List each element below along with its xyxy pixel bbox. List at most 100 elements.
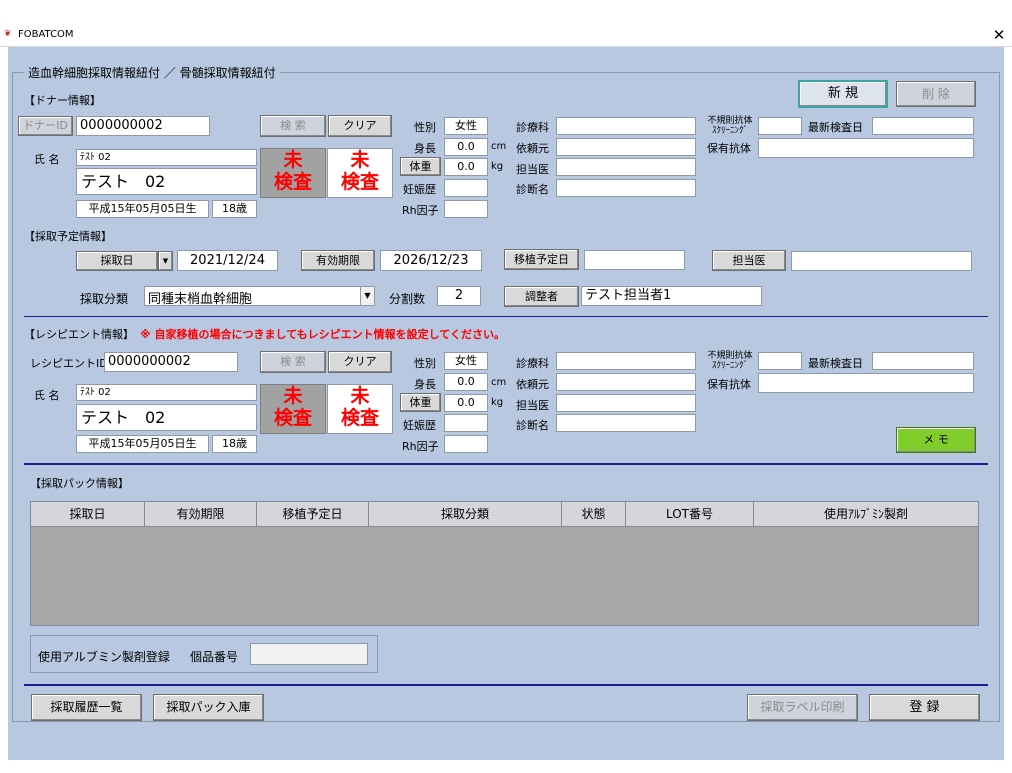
donor-irregular-field[interactable] [758,117,802,135]
donor-kana-field[interactable]: ﾃｽﾄ 02 [76,149,257,166]
recipient-sex-field[interactable]: 女性 [444,352,488,370]
donor-preg-label: 妊娠歴 [403,183,436,196]
adjuster-button[interactable]: 調整者 [504,286,579,307]
recipient-rh-field[interactable] [444,435,488,453]
expire-button[interactable]: 有効期限 [301,250,375,271]
history-button[interactable]: 採取履歴一覧 [31,694,142,721]
donor-preg-field[interactable] [444,179,488,197]
recipient-clear-button[interactable]: クリア [328,351,392,373]
recipient-irregular-field[interactable] [758,352,802,370]
donor-height-unit: cm [491,141,507,152]
pack-in-button[interactable]: 採取パック入庫 [153,694,264,721]
recipient-weight-unit: kg [491,397,504,408]
grid-header-transplant-date[interactable]: 移植予定日 [257,502,369,527]
new-button[interactable]: 新 規 [798,80,888,108]
memo-button[interactable]: メ モ [896,427,976,453]
donor-sex-label: 性別 [414,121,436,134]
recipient-height-unit: cm [491,377,507,388]
recipient-height-field[interactable]: 0.0 [444,373,488,391]
recipient-age: 18歳 [212,435,257,453]
grid-header-lot[interactable]: LOT番号 [626,502,754,527]
grid-header-status[interactable]: 状態 [562,502,626,527]
close-icon[interactable]: ✕ [990,26,1008,44]
transplant-date-field[interactable] [584,250,685,270]
divider [24,463,988,465]
recipient-sex-label: 性別 [414,357,436,370]
donor-rh-field[interactable] [444,200,488,218]
class-label: 採取分類 [80,292,129,306]
recipient-section-title: 【レシピエント情報】 [24,328,134,341]
recipient-antibody-label: 保有抗体 [707,378,751,391]
register-button[interactable]: 登 録 [869,694,980,721]
divider [24,684,988,686]
split-label: 分割数 [389,292,426,306]
plan-doctor-button[interactable]: 担当医 [712,250,786,271]
donor-ref-label: 依頼元 [516,142,549,155]
donor-id-field[interactable]: 0000000002 [76,116,210,136]
donor-height-field[interactable]: 0.0 [444,138,488,156]
window-title: FOBATCOM [18,29,74,40]
donor-irregular-label: 不規則抗体 ｽｸﾘｰﾆﾝｸﾞ [707,116,753,136]
plan-doctor-field[interactable] [791,251,972,271]
recipient-latest-field[interactable] [872,352,974,370]
donor-name-label: 氏 名 [34,153,60,166]
grid-header-albumin[interactable]: 使用ｱﾙﾌﾞﾐﾝ製剤 [754,502,978,527]
recipient-doctor-field[interactable] [556,394,696,412]
recipient-id-field[interactable]: 0000000002 [104,352,238,372]
donor-weight-button[interactable]: 体重 [400,157,441,176]
title-bar: ❦ FOBATCOM ✕ [0,24,1012,47]
recipient-kana-field[interactable]: ﾃｽﾄ 02 [76,384,257,401]
donor-name-field[interactable]: テスト 02 [76,168,257,195]
recipient-name-field[interactable]: テスト 02 [76,404,257,431]
recipient-preg-field[interactable] [444,414,488,432]
transplant-date-button[interactable]: 移植予定日 [504,249,579,270]
donor-test-status-1: 未 検査 [260,148,326,198]
delete-button[interactable]: 削 除 [896,81,976,107]
donor-id-button[interactable]: ドナーID [18,116,73,136]
grid-header-class[interactable]: 採取分類 [369,502,562,527]
donor-ref-field[interactable] [556,138,696,156]
recipient-birth: 平成15年05月05日生 [76,435,209,453]
expire-field[interactable]: 2026/12/23 [380,250,482,271]
split-field[interactable]: 2 [437,286,481,306]
donor-clear-button[interactable]: クリア [328,115,392,137]
pack-grid[interactable]: 採取日 有効期限 移植予定日 採取分類 状態 LOT番号 使用ｱﾙﾌﾞﾐﾝ製剤 [30,501,979,626]
collection-date-field[interactable]: 2021/12/24 [177,250,278,271]
collection-date-button[interactable]: 採取日 [76,251,158,271]
recipient-antibody-field[interactable] [758,373,974,393]
group-title: 造血幹細胞採取情報紐付 ／ 骨髄採取情報紐付 [24,64,280,81]
grid-header-collection-date[interactable]: 採取日 [31,502,145,527]
recipient-rh-label: Rh因子 [402,440,439,453]
recipient-diag-field[interactable] [556,414,696,432]
recipient-weight-button[interactable]: 体重 [400,393,441,412]
donor-search-button[interactable]: 検 索 [260,115,326,137]
donor-latest-field[interactable] [872,117,974,135]
grid-header-expire[interactable]: 有効期限 [145,502,257,527]
recipient-preg-label: 妊娠歴 [403,419,436,432]
recipient-irregular-label: 不規則抗体 ｽｸﾘｰﾆﾝｸﾞ [707,351,753,371]
recipient-search-button[interactable]: 検 索 [260,351,326,373]
donor-doctor-field[interactable] [556,158,696,176]
serial-field[interactable] [250,643,368,665]
recipient-id-label: レシピエントID [30,357,108,370]
recipient-weight-field[interactable]: 0.0 [444,394,488,412]
recipient-dept-field[interactable] [556,352,696,370]
chevron-down-icon: ▼ [360,287,374,305]
donor-sex-field[interactable]: 女性 [444,117,488,135]
adjuster-field[interactable]: テスト担当者1 [581,286,762,306]
divider [24,316,988,317]
albumin-label: 使用アルブミン製剤登録 [38,650,170,664]
donor-diag-field[interactable] [556,179,696,197]
donor-antibody-label: 保有抗体 [707,142,751,155]
class-dropdown[interactable]: 同種末梢血幹細胞 ▼ [144,286,375,307]
label-print-button[interactable]: 採取ラベル印刷 [747,694,858,721]
donor-weight-field[interactable]: 0.0 [444,158,488,176]
date-dropdown-icon[interactable]: ▼ [158,251,173,271]
recipient-ref-field[interactable] [556,373,696,391]
donor-weight-unit: kg [491,161,504,172]
recipient-test-status-1: 未 検査 [260,384,326,434]
donor-dept-field[interactable] [556,117,696,135]
donor-rh-label: Rh因子 [402,204,439,217]
recipient-dept-label: 診療科 [516,357,549,370]
donor-antibody-field[interactable] [758,138,974,158]
